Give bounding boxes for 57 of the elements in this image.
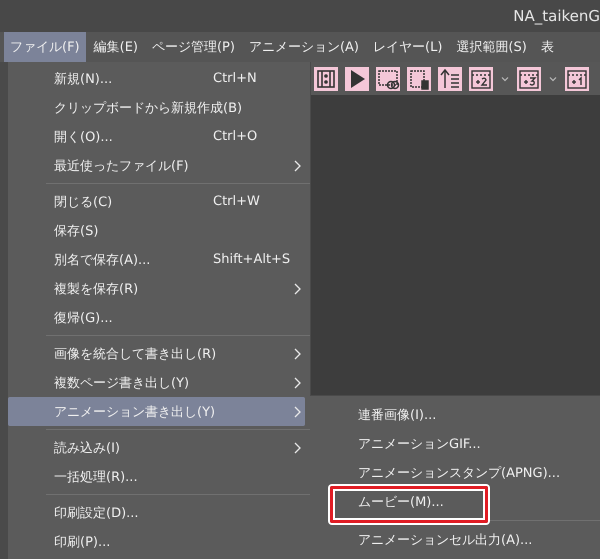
menu-item[interactable]: 複数ページ書き出し(Y) [8, 368, 305, 397]
menu-item[interactable]: アニメーションGIF... [358, 434, 481, 452]
menu-item-label: 一括処理(R)... [54, 468, 138, 486]
menu-bar-item[interactable]: 表 [534, 32, 560, 62]
shortcut-text: Shift+Alt+S [213, 252, 290, 267]
menu-item[interactable]: 別名で保存(A)... Shift+Alt+S [8, 245, 305, 274]
menu-item-label: クリップボードから新規作成(B) [54, 100, 242, 116]
shortcut-text: Ctrl+W [213, 194, 260, 209]
menu-bar-item[interactable]: レイヤー(L) [367, 32, 448, 62]
menu-item-label: 複数ページ書き出し(Y) [54, 374, 190, 392]
menu-item[interactable]: アニメーションスタンプ(APNG)... [358, 464, 560, 482]
plus-three-icon[interactable] [517, 66, 541, 90]
menu-bar-item[interactable]: ページ管理(P) [146, 32, 241, 62]
menu-item-label: 印刷(P)... [54, 534, 110, 550]
menu-item-label: 読み込み(I) [54, 440, 120, 456]
menu-item-label: 別名で保存(A)... [54, 252, 150, 268]
menu-item-label: 印刷設定(D)... [54, 504, 139, 522]
menu-item-label: アニメーション書き出し(Y) [54, 404, 216, 420]
menu-item[interactable]: ムービー(M)... [358, 492, 444, 510]
menu-item-label: 複製を保存(R) [54, 280, 138, 298]
menu-item-label: 最近使ったファイル(F) [54, 158, 189, 174]
play-icon[interactable] [345, 66, 369, 90]
menu-item[interactable]: 一括処理(R)... [8, 462, 305, 491]
menu-bar-item[interactable]: 選択範囲(S) [450, 32, 533, 62]
menu-item[interactable]: アニメーション書き出し(Y) [8, 397, 305, 426]
menu-item[interactable]: 保存(S) [8, 216, 305, 245]
menu-item[interactable]: クリップボードから新規作成(B) [8, 93, 305, 122]
menu-item[interactable]: 復帰(G)... [8, 303, 305, 332]
menu-item[interactable]: 新規(N)... Ctrl+N [8, 64, 305, 93]
delete-frame-icon[interactable] [407, 66, 431, 90]
frames-icon[interactable] [314, 66, 338, 90]
menu-item-label: 新規(N)... [54, 70, 112, 88]
menu-item[interactable]: 画像を統合して書き出し(R) [8, 339, 305, 368]
shortcut-text: Ctrl+O [213, 129, 258, 144]
menu-item[interactable]: 閉じる(C) Ctrl+W [8, 187, 305, 216]
plus-one-icon[interactable] [565, 66, 589, 90]
menu-item[interactable]: 印刷設定(D)... [8, 498, 305, 527]
plus-two-icon[interactable] [469, 66, 493, 90]
menu-bar-item[interactable]: ファイル(F) [4, 32, 86, 62]
loop-icon[interactable] [376, 66, 400, 90]
menu-item[interactable]: 最近使ったファイル(F) [8, 151, 305, 180]
menu-item[interactable]: 連番画像(I)... [358, 406, 436, 424]
order-icon[interactable] [438, 66, 462, 90]
shortcut-text: Ctrl+N [213, 71, 257, 86]
menu-bar-item[interactable]: 編集(E) [88, 32, 144, 62]
menu-item-label: 保存(S) [54, 222, 98, 240]
menu-item-label: 画像を統合して書き出し(R) [54, 346, 216, 362]
menu-item-label: 閉じる(C) [54, 194, 112, 210]
menu-item[interactable]: 開く(O)... Ctrl+O [8, 122, 305, 151]
menu-item-label: 復帰(G)... [54, 310, 113, 326]
menu-item[interactable]: アニメーションセル出力(A)... [358, 530, 532, 548]
menu-bar-item[interactable]: アニメーション(A) [242, 32, 366, 62]
menu-item-label: 開く(O)... [54, 128, 113, 146]
menu-item[interactable]: 印刷(P)... [8, 527, 305, 556]
window-title: NA_taikenG [513, 7, 600, 25]
menu-item[interactable]: 読み込み(I) [8, 433, 305, 462]
menu-item[interactable]: 複製を保存(R) [8, 274, 305, 303]
